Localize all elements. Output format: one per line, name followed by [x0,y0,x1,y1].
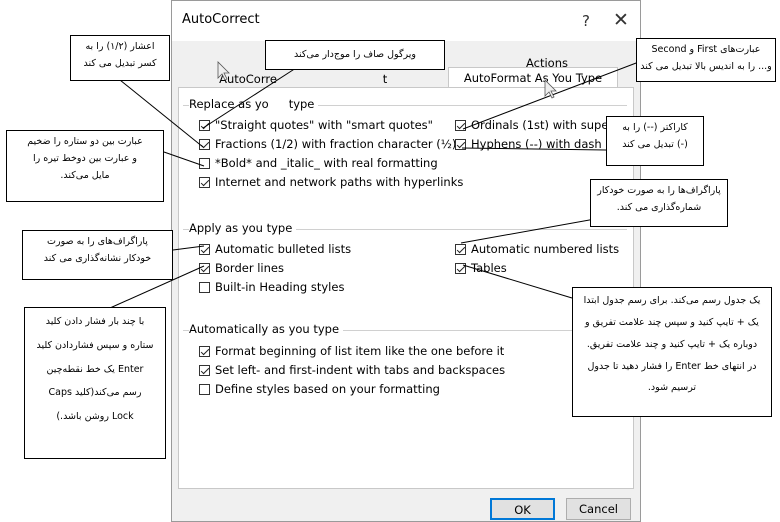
group-label-replace-tail: type [288,97,315,111]
option-numbered-lists[interactable]: Automatic numbered lists [455,242,619,256]
callout-line: کاراکتر (--) را به [622,122,688,133]
option-label: "Straight quotes" with "smart quotes" [215,118,433,132]
option-label: Hyphens (--) with dash (—) [471,137,626,151]
option-bold-italic[interactable]: *Bold* and _italic_ with real formatting [199,156,438,170]
group-label-apply: Apply as you type [189,221,297,235]
callout-ordinals: عبارت‌های First و Second و... را به اندی… [636,38,776,82]
option-label: Tables [471,261,507,275]
dialog-title: AutoCorrect [182,12,260,27]
option-tables[interactable]: Tables [455,261,507,275]
group-label-replace-text: Replace as yo [189,97,269,111]
checkbox[interactable] [199,176,210,188]
checkbox[interactable] [199,119,210,131]
option-smart-quotes[interactable]: "Straight quotes" with "smart quotes" [199,118,433,132]
tab-autoformat-as-you-type[interactable]: AutoFormat As You Type [448,67,618,89]
callout-line: یک + تایپ کنید و سپس چند علامت تفریق و [585,316,759,328]
callout-line: ویرگول صاف را موج‌دار می‌کند [294,49,416,60]
close-icon[interactable]: ✕ [608,7,634,33]
tab-autocorrect[interactable]: AutoCorre [208,69,288,89]
callout-comma: ویرگول صاف را موج‌دار می‌کند [265,40,445,70]
option-fractions[interactable]: Fractions (1/2) with fraction character … [199,137,456,151]
callout-line: کسر تبدیل می کند [83,58,157,70]
callout-line: دوباره یک + تایپ کنید و چند علامت تفریق. [586,338,758,350]
autocorrect-dialog: AutoCorrect ? ✕ Actions AutoCorre t Auto… [171,0,645,522]
group-label-replace: Replace as yo type [189,97,319,111]
option-label: *Bold* and _italic_ with real formatting [215,156,438,170]
option-label: Built-in Heading styles [215,280,345,294]
callout-bold-italic: عبارت بین دو ستاره را ضخیم و عبارت بین د… [6,130,164,202]
callout-line: (-) تبدیل می کند [622,139,688,151]
callout-line: و عبارت بین دوخط تیره را [32,153,138,165]
callout-numbered: پاراگراف‌ها را به صورت خودکار شماره‌گذار… [590,179,728,227]
checkbox[interactable] [199,243,210,255]
title-bar: AutoCorrect ? ✕ [172,1,640,41]
callout-line: شماره‌گذاری می کند. [616,202,702,214]
checkbox[interactable] [199,383,210,395]
option-label: Format beginning of list item like the o… [215,344,505,358]
option-label: Set left- and first-indent with tabs and… [215,363,506,377]
option-label: Define styles based on your formatting [215,382,440,396]
checkbox[interactable] [199,364,210,376]
callout-line: با چند بار فشار دادن کلید [45,316,145,327]
checkbox[interactable] [199,157,210,169]
option-label: Automatic bulleted lists [215,242,352,256]
callout-line: پاراگراف‌ها را به صورت خودکار [597,185,721,196]
callout-border-lines: با چند بار فشار دادن کلید ستاره و سپس فش… [24,307,166,459]
callout-hyphen: کاراکتر (--) را به (-) تبدیل می کند [606,116,704,166]
callout-fraction: اعشار (۱/۲) را به کسر تبدیل می کند [70,35,170,81]
option-label: Automatic numbered lists [471,242,620,256]
option-label: Border lines [215,261,284,275]
callout-line: عبارت بین دو ستاره را ضخیم [27,136,143,147]
callout-line: Lock روشن باشد.) [56,411,134,422]
option-format-list-beginning[interactable]: Format beginning of list item like the o… [199,344,504,358]
option-label: Fractions (1/2) with fraction character … [215,137,457,151]
option-hyperlinks[interactable]: Internet and network paths with hyperlin… [199,175,463,189]
tab-panel: Replace as yo type "Straight quotes" with… [178,87,645,489]
callout-line: پاراگراف‌های را به صورت [47,236,148,247]
callout-line: رسم می‌کند(کلید Caps [48,387,142,399]
checkbox[interactable] [455,119,466,131]
callout-line: و... را به اندیس بالا تبدیل می کند [640,61,772,73]
callout-line: مایل می‌کند. [60,170,110,182]
checkbox[interactable] [455,262,466,274]
callout-bulleted: پاراگراف‌های را به صورت خودکار نشانه‌گذا… [22,230,173,280]
callout-line: Enter یک خط نقطه‌چین [46,363,144,375]
callout-line: عبارت‌های First و Second [651,44,761,55]
option-bulleted-lists[interactable]: Automatic bulleted lists [199,242,351,256]
checkbox[interactable] [199,262,210,274]
help-button[interactable]: ? [574,10,598,32]
callout-line: خودکار نشانه‌گذاری می کند [43,253,152,265]
ok-button[interactable]: OK [490,498,555,520]
checkbox[interactable] [199,138,210,150]
checkbox[interactable] [455,243,466,255]
group-label-automatically: Automatically as you type [189,322,344,336]
option-define-styles[interactable]: Define styles based on your formatting [199,382,440,396]
checkbox[interactable] [199,281,210,293]
cancel-button[interactable]: Cancel [566,498,631,520]
option-label: Internet and network paths with hyperlin… [215,175,464,189]
checkbox[interactable] [199,345,210,357]
checkbox[interactable] [455,138,466,150]
tab-math-autocorrect[interactable]: t [378,69,392,89]
option-hyphens[interactable]: Hyphens (--) with dash (—) [455,137,626,151]
callout-line: در انتهای خط Enter را فشار دهید تا جدول [587,360,757,372]
callout-line: اعشار (۱/۲) را به [85,41,155,52]
callout-line: ترسیم شود. [647,382,697,394]
callout-tables: یک جدول رسم می‌کند. برای رسم جدول ابتدا … [572,287,772,417]
callout-line: یک جدول رسم می‌کند. برای رسم جدول ابتدا [583,295,761,306]
option-heading-styles[interactable]: Built-in Heading styles [199,280,344,294]
option-border-lines[interactable]: Border lines [199,261,284,275]
option-indent-tabs[interactable]: Set left- and first-indent with tabs and… [199,363,505,377]
callout-line: ستاره و سپس فشاردادن کلید [36,339,154,351]
